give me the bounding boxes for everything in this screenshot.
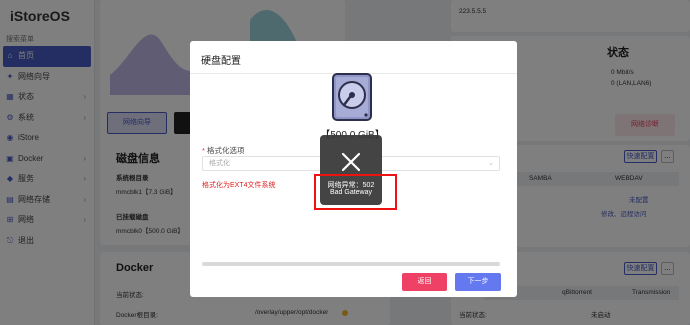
- hard-disk-icon: [332, 73, 372, 121]
- progress-bar: [202, 262, 500, 266]
- close-icon: [341, 152, 361, 172]
- next-button[interactable]: 下一步: [455, 273, 501, 291]
- back-button[interactable]: 返回: [402, 273, 447, 291]
- chevron-down-icon: ⌄: [488, 160, 494, 167]
- format-option-label: * 格式化选项: [202, 145, 245, 156]
- modal-title: 硬盘配置: [201, 56, 241, 67]
- annotation-highlight-box: [314, 174, 397, 210]
- format-select-value: 格式化: [209, 160, 230, 167]
- format-hint: 格式化为EXT4文件系统: [202, 182, 276, 189]
- format-option-text: 格式化选项: [207, 146, 245, 155]
